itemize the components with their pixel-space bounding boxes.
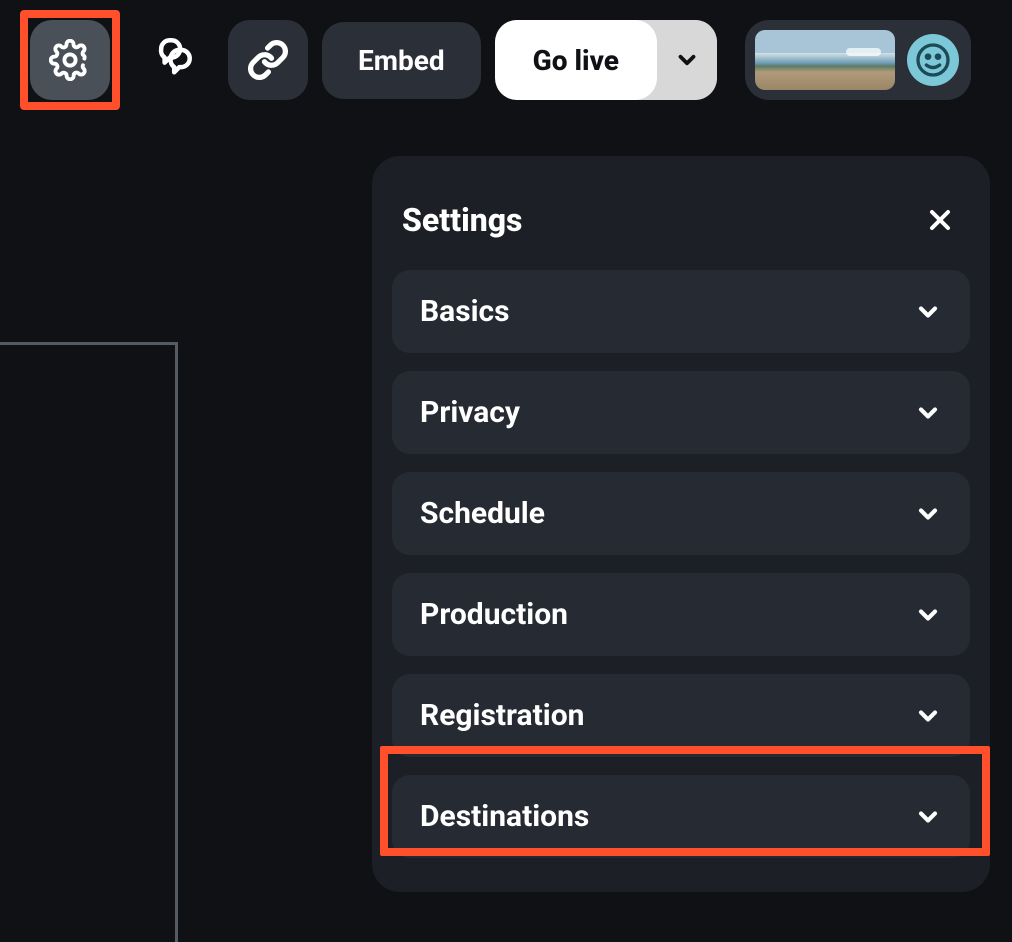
gear-icon [49,39,91,81]
settings-list: Basics Privacy Schedule [392,270,970,858]
settings-item-label: Destinations [420,799,589,834]
settings-icon-highlight [20,10,120,110]
topbar: Embed Go live [0,0,1012,120]
settings-header: Settings [392,186,970,270]
settings-item-label: Schedule [420,496,545,531]
link-icon [247,39,289,81]
settings-item-registration[interactable]: Registration [392,674,970,757]
chevron-down-icon [914,399,942,427]
chat-button[interactable] [134,20,214,100]
chevron-down-icon [914,601,942,629]
settings-item-privacy[interactable]: Privacy [392,371,970,454]
golive-label: Go live [533,44,619,77]
golive-group: Go live [495,20,717,100]
smiley-icon [913,40,953,80]
settings-item-label: Basics [420,294,510,329]
close-icon [924,204,956,236]
settings-item-label: Privacy [420,395,520,430]
stream-thumbnail [755,30,895,90]
close-button[interactable] [920,200,960,240]
avatar [907,34,959,86]
chevron-down-icon [914,702,942,730]
chevron-down-icon [674,47,700,73]
left-panel-stub [0,342,178,942]
settings-item-label: Production [420,597,568,632]
chevron-down-icon [914,298,942,326]
settings-item-basics[interactable]: Basics [392,270,970,353]
golive-dropdown[interactable] [657,20,717,100]
settings-title: Settings [402,201,522,239]
user-pill[interactable] [745,20,971,100]
settings-panel: Settings Basics Privacy [372,156,990,892]
settings-item-label: Registration [420,698,584,733]
embed-button[interactable]: Embed [322,22,481,99]
chevron-down-icon [914,500,942,528]
link-button[interactable] [228,20,308,100]
settings-button[interactable] [30,20,110,100]
embed-label: Embed [358,44,445,77]
chat-icon [151,37,197,83]
settings-item-production[interactable]: Production [392,573,970,656]
golive-button[interactable]: Go live [495,20,657,100]
settings-item-destinations[interactable]: Destinations [392,775,970,858]
chevron-down-icon [914,803,942,831]
settings-item-schedule[interactable]: Schedule [392,472,970,555]
